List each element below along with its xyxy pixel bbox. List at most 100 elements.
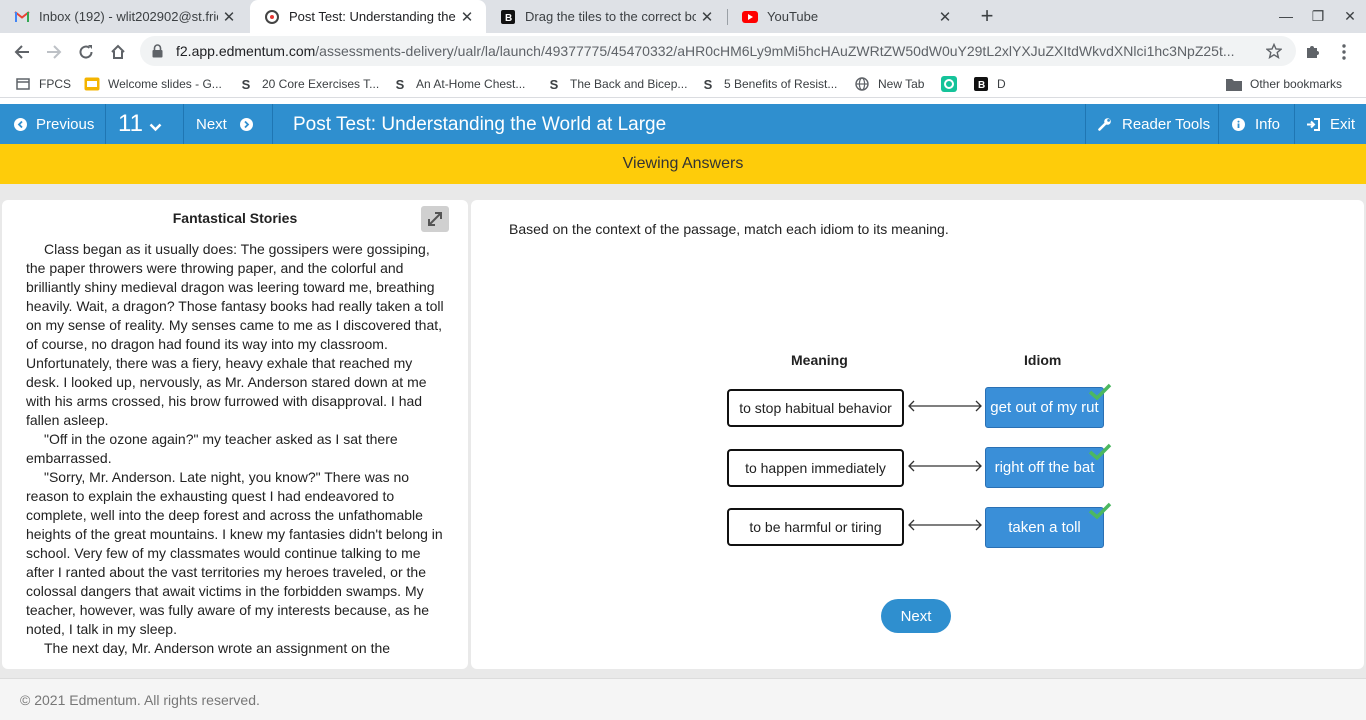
divider: [1085, 104, 1086, 144]
gmail-icon: [14, 9, 30, 25]
address-bar[interactable]: f2.app.edmentum.com /assessments-deliver…: [140, 36, 1296, 66]
home-icon[interactable]: [104, 38, 132, 66]
back-icon[interactable]: [8, 38, 36, 66]
divider: [105, 104, 106, 144]
minimize-icon[interactable]: —: [1270, 0, 1302, 33]
next-button[interactable]: Next: [881, 599, 951, 633]
question-prompt: Based on the context of the passage, mat…: [509, 221, 949, 237]
s-logo-icon: S: [703, 76, 713, 92]
info-icon: [1232, 117, 1245, 131]
bookmark-label: Welcome slides - G...: [108, 77, 222, 91]
question-number-dropdown[interactable]: 11: [118, 104, 162, 144]
bookmark-grammarly[interactable]: [941, 74, 965, 94]
extensions-puzzle-icon[interactable]: [1301, 41, 1323, 63]
chevron-down-icon: [149, 123, 162, 132]
folder-icon: [1226, 76, 1242, 92]
bookmark-label: An At-Home Chest...: [416, 77, 526, 91]
close-icon[interactable]: ✕: [934, 8, 956, 26]
next-label: Next: [196, 115, 227, 133]
exit-button[interactable]: Exit: [1306, 104, 1355, 144]
s-logo-icon: S: [241, 76, 251, 92]
tab-title: Inbox (192) - wlit202902@st.frie: [39, 9, 218, 24]
url-host: f2.app.edmentum.com: [176, 43, 316, 59]
sign-out-icon: [1306, 117, 1320, 131]
bookmark-back-and-bicep[interactable]: S The Back and Bicep...: [546, 74, 688, 94]
tab-edmentum[interactable]: Post Test: Understanding the Wo ✕: [250, 0, 486, 33]
close-icon[interactable]: ✕: [456, 8, 478, 26]
tab-youtube[interactable]: YouTube ✕: [728, 0, 964, 33]
edmentum-icon: [264, 9, 280, 25]
previous-button[interactable]: Previous: [14, 104, 94, 144]
passage-text: Class began as it usually does: The goss…: [26, 240, 444, 658]
bookmark-label: FPCS: [39, 77, 72, 91]
reload-icon[interactable]: [72, 38, 100, 66]
brainly-icon: B: [973, 76, 989, 92]
idiom-tile[interactable]: get out of my rut: [985, 387, 1104, 428]
tab-gmail[interactable]: Inbox (192) - wlit202902@st.frie ✕: [0, 0, 248, 33]
idiom-column-header: Idiom: [1024, 352, 1062, 368]
bookmark-new-tab[interactable]: New Tab: [854, 74, 924, 94]
exit-label: Exit: [1330, 115, 1356, 133]
meaning-box: to be harmful or tiring: [727, 508, 904, 546]
bookmarks-bar: FPCS Welcome slides - G... S 20 Core Exe…: [0, 70, 1366, 98]
tab-title: YouTube: [767, 9, 819, 24]
bookmark-label: The Back and Bicep...: [570, 77, 688, 91]
other-bookmarks[interactable]: Other bookmarks: [1226, 74, 1342, 94]
meaning-box: to happen immediately: [727, 449, 904, 487]
tab-title: Drag the tiles to the correct boxe: [525, 9, 696, 24]
double-arrow-icon: [908, 519, 982, 531]
s-logo-icon: S: [395, 76, 405, 92]
passage-panel: Fantastical Stories Class began as it us…: [2, 200, 468, 669]
app-header: Previous 11 Next Post Test: Understandin…: [0, 104, 1366, 144]
idiom-tile[interactable]: right off the bat: [985, 447, 1104, 488]
browser-toolbar: f2.app.edmentum.com /assessments-deliver…: [0, 33, 1366, 70]
info-button[interactable]: Info: [1232, 104, 1280, 144]
kebab-menu-icon[interactable]: [1333, 41, 1355, 63]
bookmark-5-benefits[interactable]: S 5 Benefits of Resist...: [700, 74, 838, 94]
reader-tools-label: Reader Tools: [1122, 115, 1211, 133]
youtube-icon: [742, 9, 758, 25]
checkmark-icon: [1088, 443, 1112, 461]
bookmark-d[interactable]: B D: [973, 74, 1006, 94]
close-icon[interactable]: ✕: [218, 8, 240, 26]
arrow-right-circle-icon: [239, 117, 253, 131]
bookmark-label: New Tab: [878, 77, 925, 91]
bookmark-20-core-exercises[interactable]: S 20 Core Exercises T...: [238, 74, 380, 94]
lock-icon[interactable]: [152, 44, 166, 58]
slides-icon: [84, 76, 100, 92]
passage-paragraph: The next day, Mr. Anderson wrote an assi…: [44, 640, 391, 656]
bookmark-at-home-chest[interactable]: S An At-Home Chest...: [392, 74, 526, 94]
restore-icon[interactable]: ❐: [1302, 0, 1334, 33]
assessment-title: Post Test: Understanding the World at La…: [293, 114, 667, 135]
forward-icon[interactable]: [40, 38, 68, 66]
bookmark-fpcs[interactable]: FPCS: [15, 74, 71, 94]
bookmark-label: D: [997, 77, 1006, 91]
meaning-box: to stop habitual behavior: [727, 389, 904, 427]
viewing-answers-banner: Viewing Answers: [0, 144, 1366, 184]
reader-tools-button[interactable]: Reader Tools: [1098, 104, 1210, 144]
close-icon[interactable]: ✕: [696, 8, 718, 26]
expand-icon[interactable]: [421, 206, 449, 232]
previous-label: Previous: [36, 115, 95, 133]
passage-paragraph: "Off in the ozone again?" my teacher ask…: [26, 431, 398, 466]
arrow-left-circle-icon: [14, 117, 27, 131]
checkmark-icon: [1088, 383, 1112, 401]
new-tab-icon[interactable]: +: [975, 4, 999, 28]
idiom-tile[interactable]: taken a toll: [985, 507, 1104, 548]
next-question-button[interactable]: Next: [196, 104, 253, 144]
bookmark-star-icon[interactable]: [1262, 43, 1286, 59]
svg-text:B: B: [505, 13, 512, 24]
close-window-icon[interactable]: ✕: [1334, 0, 1366, 33]
footer: © 2021 Edmentum. All rights reserved.: [0, 678, 1366, 720]
question-number: 11: [118, 110, 143, 137]
meaning-column-header: Meaning: [791, 352, 848, 368]
divider: [183, 104, 184, 144]
double-arrow-icon: [908, 400, 982, 412]
double-arrow-icon: [908, 460, 982, 472]
other-bookmarks-label: Other bookmarks: [1250, 77, 1343, 91]
bookmark-welcome-slides[interactable]: Welcome slides - G...: [84, 74, 222, 94]
passage-paragraph: "Sorry, Mr. Anderson. Late night, you kn…: [26, 469, 443, 637]
tab-brainly[interactable]: B Drag the tiles to the correct boxe ✕: [486, 0, 726, 33]
browser-tab-strip: Inbox (192) - wlit202902@st.frie ✕ Post …: [0, 0, 1366, 33]
bookmark-label: 5 Benefits of Resist...: [724, 77, 838, 91]
